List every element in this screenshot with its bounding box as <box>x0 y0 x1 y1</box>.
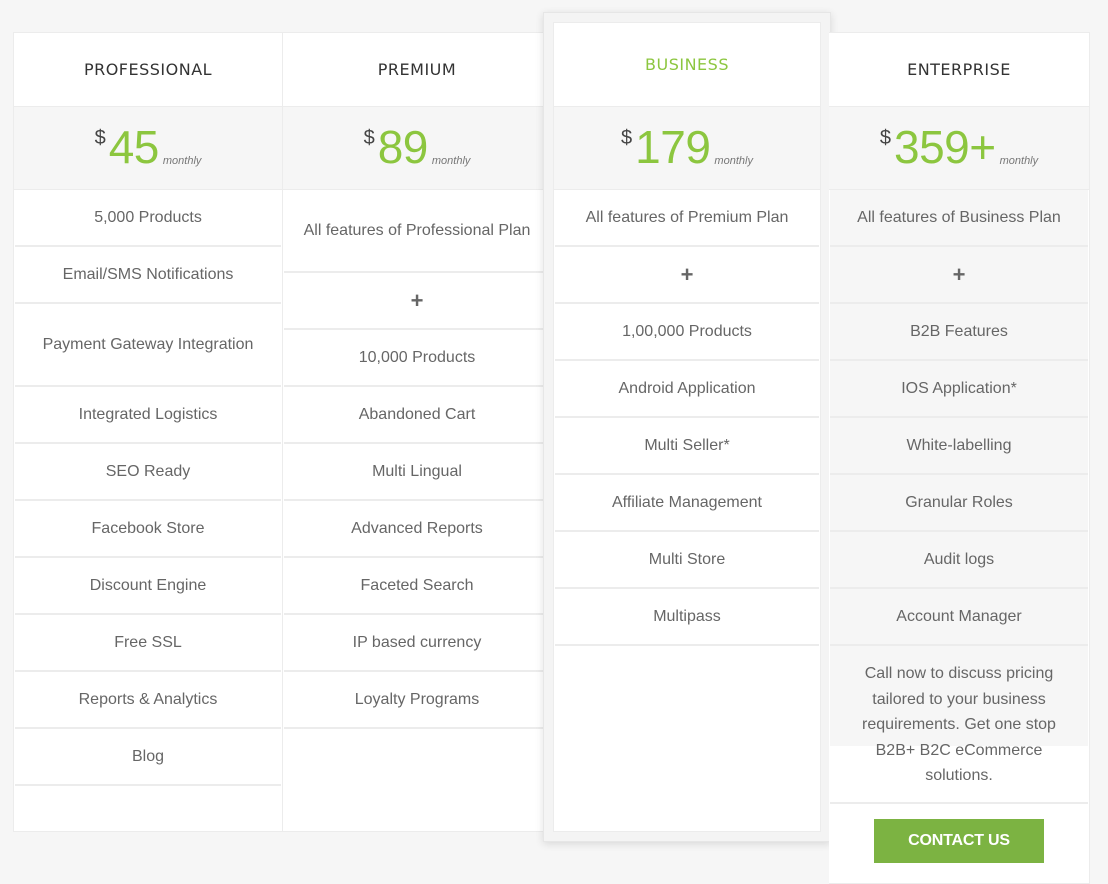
plan-card-business: BUSINESS $ 179 monthly All features of P… <box>553 22 821 832</box>
plan-price: $ 89 monthly <box>283 107 551 190</box>
feature-item: Android Application <box>555 361 819 418</box>
price-period: monthly <box>431 155 471 167</box>
plan-title: ENTERPRISE <box>829 33 1089 107</box>
plan-card-professional: PROFESSIONAL $ 45 monthly 5,000 Products… <box>13 32 283 832</box>
feature-item: All features of Business Plan <box>830 190 1088 247</box>
feature-item: Payment Gateway Integration <box>15 304 281 387</box>
cta-container: CONTACT US <box>829 804 1089 878</box>
contact-us-button[interactable]: CONTACT US <box>874 819 1044 863</box>
price-currency: $ <box>621 127 633 149</box>
feature-item: 1,00,000 Products <box>555 304 819 361</box>
feature-item: B2B Features <box>830 304 1088 361</box>
enterprise-note: Call now to discuss pricing tailored to … <box>830 646 1088 804</box>
price-amount: 359+ <box>893 121 996 173</box>
feature-item: Free SSL <box>15 615 281 672</box>
feature-item: IP based currency <box>284 615 550 672</box>
feature-item: Email/SMS Notifications <box>15 247 281 304</box>
feature-item: All features of Professional Plan <box>284 190 550 273</box>
feature-item: SEO Ready <box>15 444 281 501</box>
feature-item: Affiliate Management <box>555 475 819 532</box>
price-currency: $ <box>879 127 891 149</box>
price-amount: 89 <box>377 121 429 173</box>
plan-title: PROFESSIONAL <box>14 33 282 107</box>
plus-icon: + <box>555 247 819 304</box>
feature-item: Multi Seller* <box>555 418 819 475</box>
price-amount: 45 <box>108 121 160 173</box>
feature-item: Granular Roles <box>830 475 1088 532</box>
feature-item: Loyalty Programs <box>284 672 550 729</box>
price-period: monthly <box>999 155 1039 167</box>
feature-item: Integrated Logistics <box>15 387 281 444</box>
featured-plan-frame: BUSINESS $ 179 monthly All features of P… <box>543 12 831 842</box>
feature-item: Advanced Reports <box>284 501 550 558</box>
feature-list: 5,000 Products Email/SMS Notifications P… <box>14 190 282 786</box>
plan-card-premium: PREMIUM $ 89 monthly All features of Pro… <box>283 32 552 832</box>
feature-item: IOS Application* <box>830 361 1088 418</box>
feature-item: Reports & Analytics <box>15 672 281 729</box>
price-currency: $ <box>363 127 375 149</box>
feature-item: 10,000 Products <box>284 330 550 387</box>
plan-card-enterprise: ENTERPRISE $ 359+ monthly All features o… <box>829 32 1090 884</box>
feature-item: Account Manager <box>830 589 1088 646</box>
feature-item: Facebook Store <box>15 501 281 558</box>
price-period: monthly <box>714 155 753 167</box>
feature-item: Audit logs <box>830 532 1088 589</box>
feature-item: Blog <box>15 729 281 786</box>
feature-item: Faceted Search <box>284 558 550 615</box>
plan-price: $ 359+ monthly <box>829 107 1089 190</box>
price-amount: 179 <box>635 121 711 173</box>
plus-icon: + <box>830 247 1088 304</box>
plan-price: $ 179 monthly <box>554 107 820 190</box>
feature-item: 5,000 Products <box>15 190 281 247</box>
feature-list: All features of Business Plan + B2B Feat… <box>829 190 1089 804</box>
plus-icon: + <box>284 273 550 330</box>
feature-item: Multipass <box>555 589 819 646</box>
feature-item: All features of Premium Plan <box>555 190 819 247</box>
price-currency: $ <box>94 127 106 149</box>
feature-list: All features of Professional Plan + 10,0… <box>283 190 551 729</box>
plan-title: PREMIUM <box>283 33 551 107</box>
price-period: monthly <box>162 155 202 167</box>
feature-item: Abandoned Cart <box>284 387 550 444</box>
feature-item: Discount Engine <box>15 558 281 615</box>
feature-item: Multi Store <box>555 532 819 589</box>
plan-price: $ 45 monthly <box>14 107 282 190</box>
feature-item: Multi Lingual <box>284 444 550 501</box>
feature-list: All features of Premium Plan + 1,00,000 … <box>554 190 820 646</box>
plan-title: BUSINESS <box>554 23 820 107</box>
feature-item: White-labelling <box>830 418 1088 475</box>
